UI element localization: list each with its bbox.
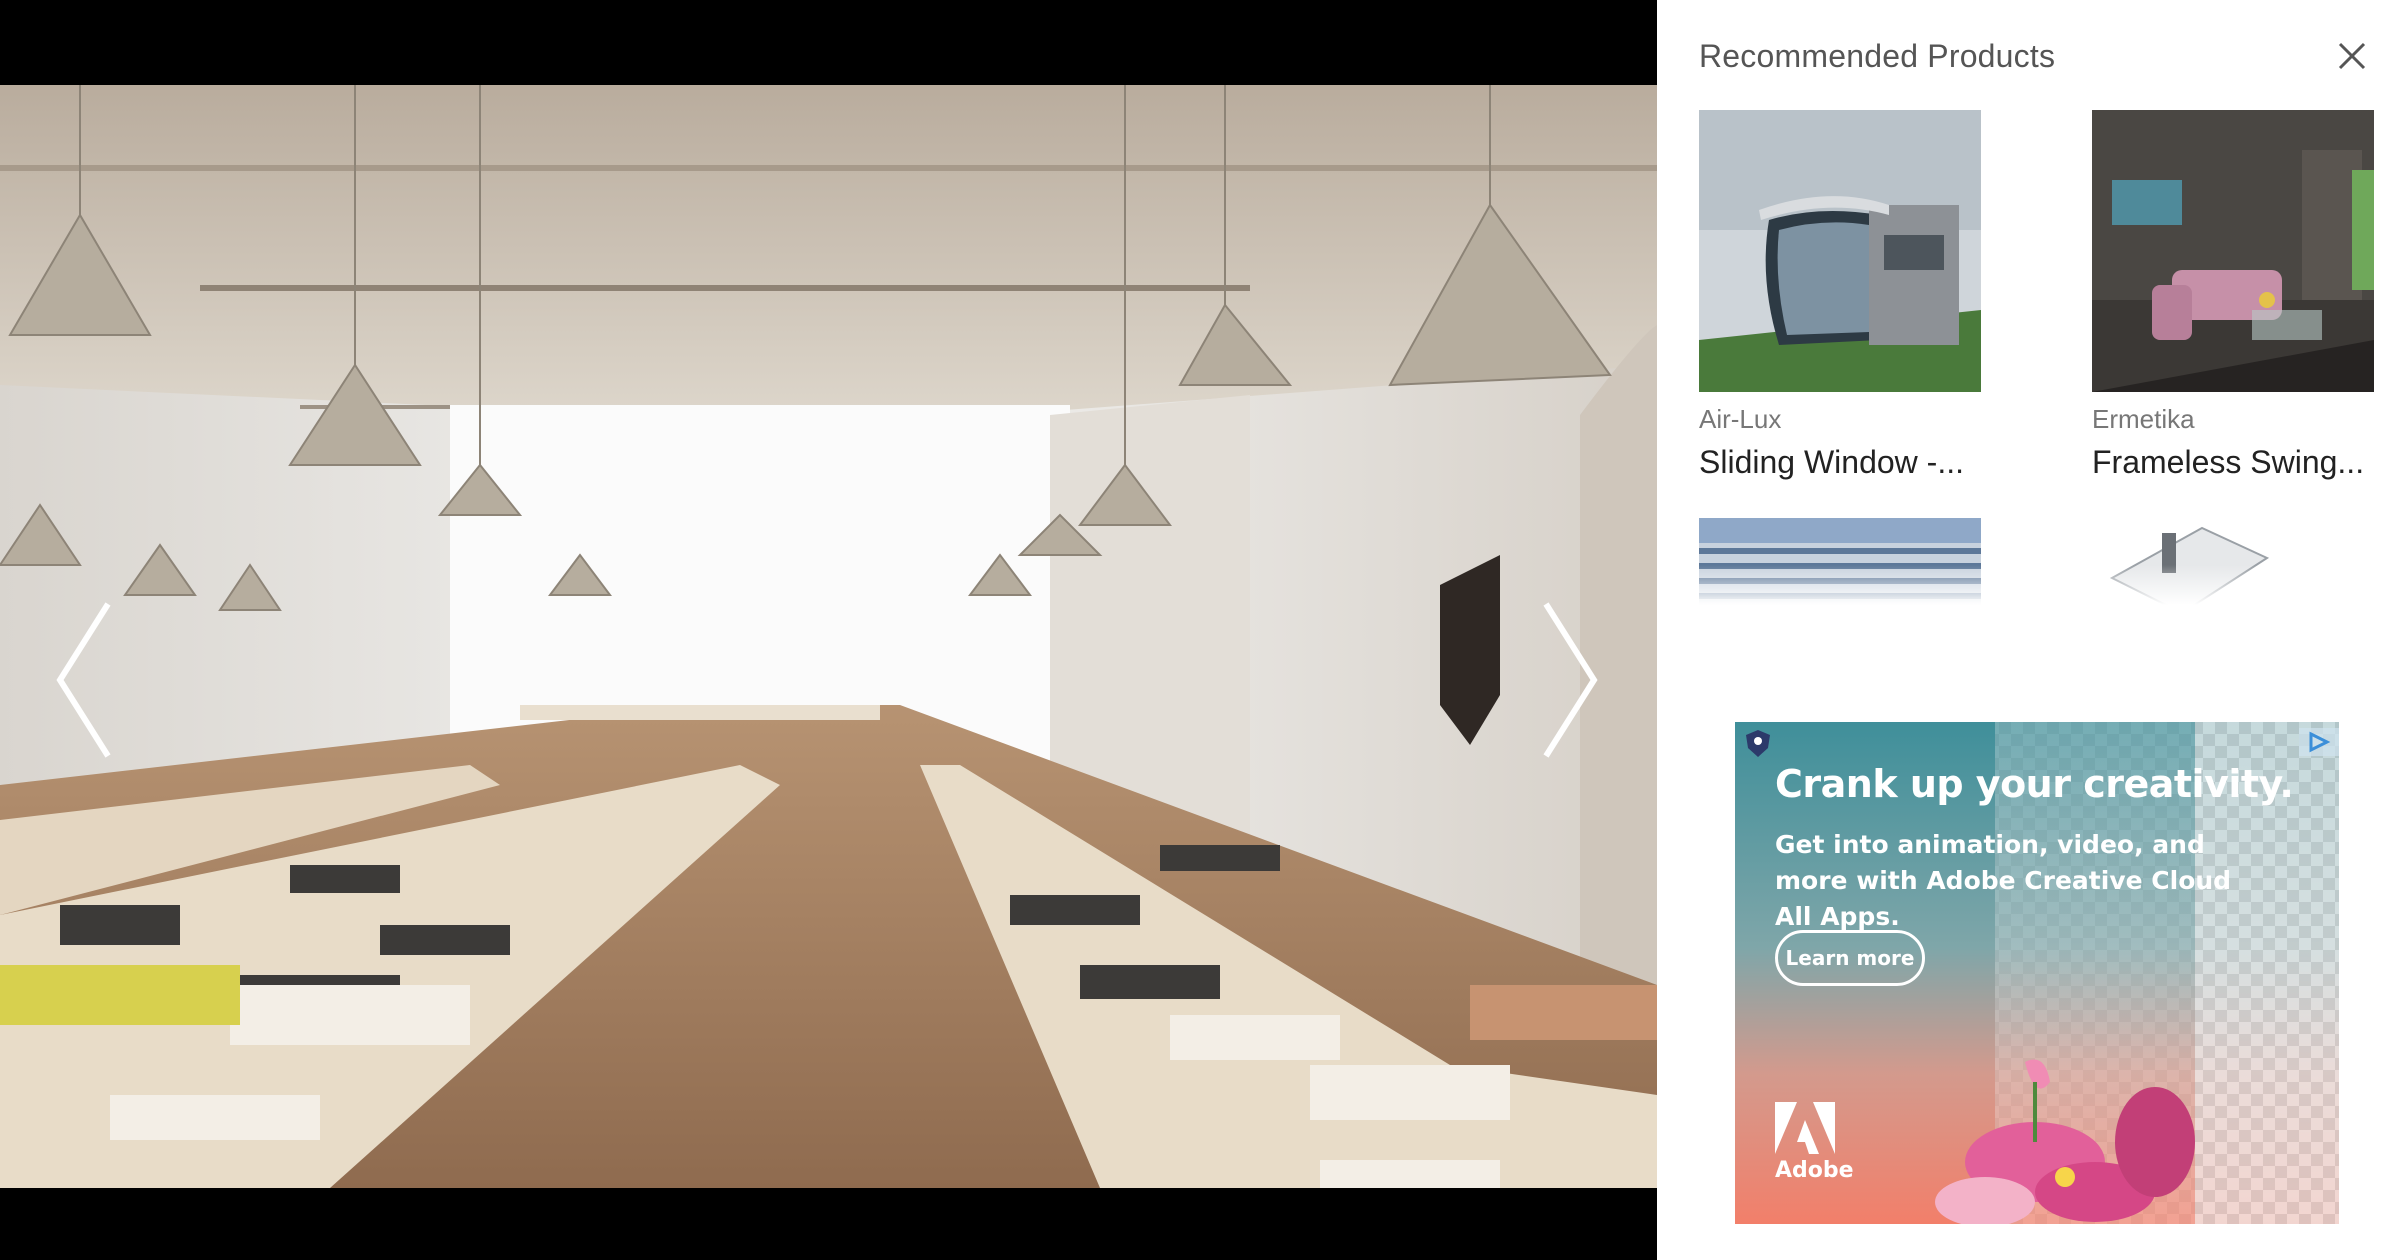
chevron-left-icon — [56, 602, 111, 758]
panel-title: Recommended Products — [1699, 38, 2056, 74]
product-thumbnail[interactable] — [1699, 110, 1981, 392]
chevron-right-icon — [1543, 602, 1598, 758]
ad-body: Get into animation, video, and more with… — [1775, 830, 2232, 931]
product-thumbnail[interactable] — [2092, 110, 2374, 392]
adobe-icon — [1775, 1102, 1835, 1154]
close-button[interactable] — [2334, 38, 2370, 74]
learn-more-button[interactable]: Learn more — [1775, 930, 1925, 986]
product-name[interactable]: Frameless Swing... — [2092, 442, 2400, 482]
product-name[interactable]: Sliding Window -... — [1699, 442, 2009, 482]
close-icon — [2338, 42, 2366, 70]
scroll-fade — [1699, 565, 2400, 605]
previous-image-button[interactable] — [44, 595, 124, 765]
ad-headline: Crank up your creativity. — [1775, 762, 2294, 806]
ad-logo-text: Adobe — [1775, 1158, 1854, 1183]
product-brand: Ermetika — [2092, 404, 2195, 434]
ad-choices-icon[interactable] — [2299, 728, 2339, 756]
product-card[interactable]: Air-Lux Sliding Window -... — [1699, 110, 2009, 482]
product-brand: Air-Lux — [1699, 404, 1782, 434]
panel-header: Recommended Products — [1699, 34, 2370, 78]
gallery-photo — [0, 85, 1657, 1188]
shield-icon — [1746, 730, 1770, 757]
product-card[interactable]: Ermetika Frameless Swing... — [2092, 110, 2400, 482]
advertisement[interactable]: Crank up your creativity. Get into anima… — [1735, 722, 2339, 1224]
next-image-button[interactable] — [1530, 595, 1610, 765]
adobe-logo: Adobe — [1775, 1102, 1854, 1183]
image-lightbox — [0, 0, 1657, 1260]
products-list[interactable]: Air-Lux Sliding Window -... Ermetika Fra… — [1699, 110, 2400, 605]
